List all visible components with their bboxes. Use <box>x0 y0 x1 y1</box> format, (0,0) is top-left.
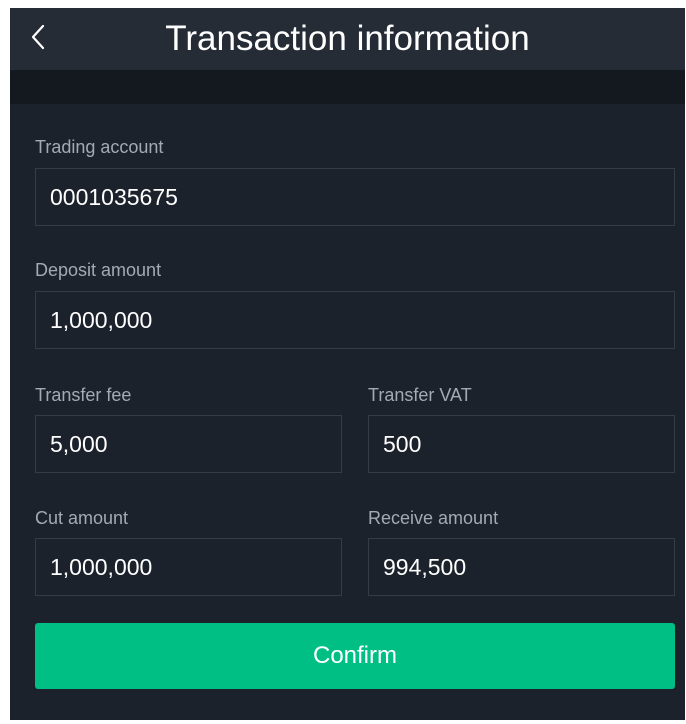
page-title: Transaction information <box>165 19 530 58</box>
deposit-amount-field-box <box>35 291 675 349</box>
confirm-button[interactable]: Confirm <box>35 623 675 689</box>
deposit-amount-input[interactable] <box>36 292 674 348</box>
transfer-fee-label: Transfer fee <box>35 385 132 405</box>
trading-account-input[interactable] <box>36 169 674 225</box>
transfer-fee-input[interactable] <box>36 416 341 472</box>
transaction-screen: Transaction information Trading account … <box>10 8 685 720</box>
cut-amount-field-box <box>35 538 342 596</box>
header-divider <box>10 70 685 104</box>
deposit-amount-label: Deposit amount <box>35 260 162 280</box>
trading-account-label: Trading account <box>35 137 164 157</box>
cut-amount-label: Cut amount <box>35 508 129 528</box>
transfer-vat-label: Transfer VAT <box>368 385 472 405</box>
cut-amount-input[interactable] <box>36 539 341 595</box>
receive-amount-input[interactable] <box>369 539 674 595</box>
transfer-vat-field-box <box>368 415 675 473</box>
transfer-fee-field-box <box>35 415 342 473</box>
trading-account-field-box <box>35 168 675 226</box>
header-bar: Transaction information <box>10 8 685 70</box>
back-button[interactable] <box>24 22 54 52</box>
receive-amount-label: Receive amount <box>368 508 499 528</box>
transfer-vat-input[interactable] <box>369 416 674 472</box>
chevron-left-icon <box>31 24 45 50</box>
receive-amount-field-box <box>368 538 675 596</box>
